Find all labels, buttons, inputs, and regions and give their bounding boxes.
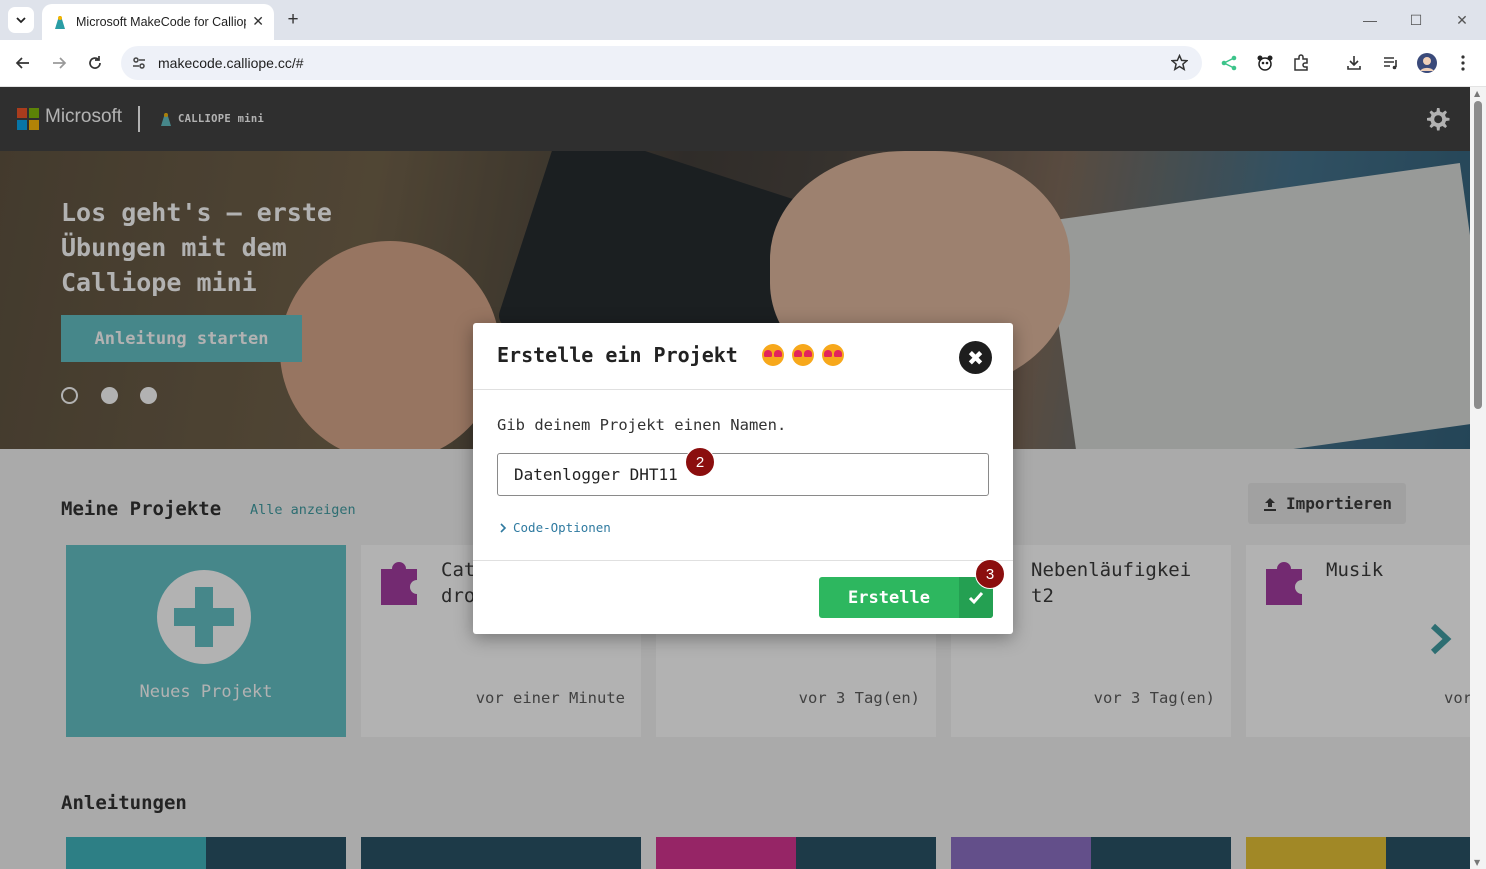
chevron-right-icon bbox=[500, 522, 507, 533]
dialog-title: Erstelle ein Projekt bbox=[497, 343, 738, 367]
code-options-toggle[interactable]: Code-Optionen bbox=[499, 520, 611, 535]
maximize-button[interactable]: ☐ bbox=[1406, 10, 1426, 30]
scroll-up-icon[interactable]: ▲ bbox=[1474, 89, 1480, 98]
extension-panda-button[interactable] bbox=[1254, 52, 1276, 74]
profile-avatar[interactable] bbox=[1416, 52, 1438, 74]
create-label: Erstelle bbox=[848, 587, 930, 608]
avatar-icon bbox=[1417, 53, 1437, 73]
browser-tab[interactable]: Microsoft MakeCode for Calliope mini ✕ bbox=[42, 4, 274, 40]
tab-search-button[interactable] bbox=[8, 7, 34, 33]
puzzle-icon bbox=[1294, 54, 1308, 71]
window-close-button[interactable]: ✕ bbox=[1452, 10, 1472, 30]
browser-toolbar: makecode.calliope.cc/# bbox=[0, 40, 1486, 87]
scroll-down-icon[interactable]: ▼ bbox=[1474, 858, 1480, 867]
new-tab-button[interactable]: + bbox=[282, 9, 304, 31]
minimize-button[interactable]: — bbox=[1360, 10, 1380, 30]
heart-eyes-emoji-icon bbox=[791, 344, 814, 366]
project-name-prompt: Gib deinem Projekt einen Namen. bbox=[497, 416, 787, 434]
extensions-button[interactable] bbox=[1290, 52, 1312, 74]
create-project-dialog: Erstelle ein Projekt ✖ Gib deinem Projek… bbox=[473, 323, 1013, 634]
tab-title: Microsoft MakeCode for Calliope mini bbox=[76, 15, 246, 29]
bookmark-star-icon[interactable] bbox=[1171, 54, 1188, 71]
address-bar[interactable]: makecode.calliope.cc/# bbox=[121, 46, 1202, 80]
dialog-header: Erstelle ein Projekt ✖ bbox=[473, 323, 1013, 390]
downloads-button[interactable] bbox=[1343, 52, 1365, 74]
step-badge-2: 2 bbox=[685, 447, 715, 477]
reload-icon bbox=[89, 56, 101, 69]
calliope-favicon-icon bbox=[55, 16, 65, 29]
browser-window: Microsoft MakeCode for Calliope mini ✕ +… bbox=[0, 0, 1486, 869]
heart-eyes-emoji-icon bbox=[761, 344, 784, 366]
download-icon bbox=[1347, 56, 1361, 70]
dialog-close-button[interactable]: ✖ bbox=[959, 341, 992, 374]
forward-button[interactable] bbox=[48, 52, 70, 74]
more-vertical-icon bbox=[1461, 55, 1465, 71]
code-options-label: Code-Optionen bbox=[513, 520, 611, 535]
create-button[interactable]: Erstelle bbox=[819, 577, 993, 618]
step-badge-3: 3 bbox=[975, 559, 1005, 589]
tab-strip: Microsoft MakeCode for Calliope mini ✕ +… bbox=[0, 0, 1486, 40]
url-text: makecode.calliope.cc/# bbox=[158, 55, 304, 71]
media-controls-button[interactable] bbox=[1380, 52, 1402, 74]
page-scrollbar[interactable]: ▲ ▼ bbox=[1470, 87, 1486, 869]
tab-close-icon[interactable]: ✕ bbox=[252, 14, 264, 30]
dialog-title-row: Erstelle ein Projekt bbox=[497, 343, 844, 367]
heart-eyes-emoji-icon bbox=[821, 344, 844, 366]
site-settings-icon[interactable] bbox=[131, 55, 147, 71]
playlist-icon bbox=[1384, 57, 1397, 70]
panda-icon bbox=[1257, 55, 1273, 71]
share-icon bbox=[1221, 55, 1237, 71]
share-button[interactable] bbox=[1218, 52, 1240, 74]
chevron-down-icon bbox=[16, 17, 26, 24]
project-name-input[interactable]: Datenlogger DHT11 bbox=[497, 453, 989, 496]
browser-menu-button[interactable] bbox=[1452, 52, 1474, 74]
scrollbar-thumb[interactable] bbox=[1474, 101, 1482, 409]
arrow-right-icon bbox=[53, 57, 67, 69]
arrow-left-icon bbox=[15, 57, 29, 69]
back-button[interactable] bbox=[12, 52, 34, 74]
reload-button[interactable] bbox=[84, 52, 106, 74]
